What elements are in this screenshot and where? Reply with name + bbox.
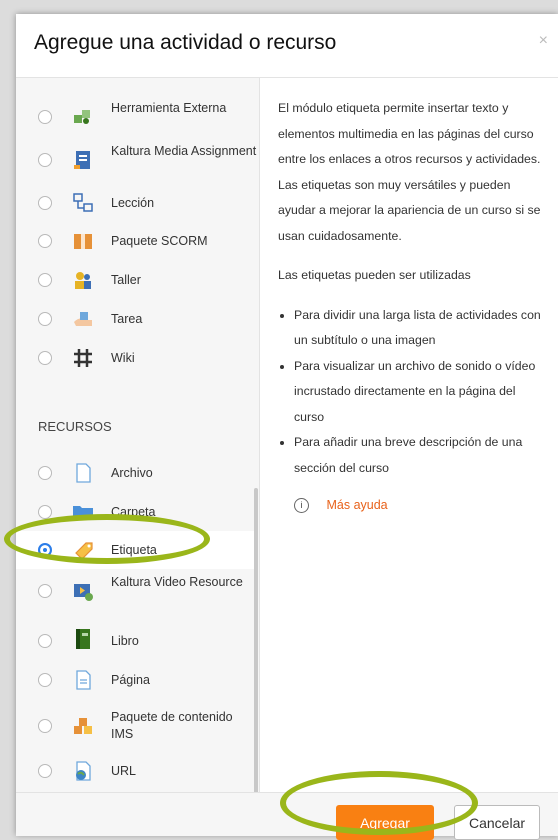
option-label: Paquete de contenido IMS	[111, 710, 233, 741]
assignment-icon	[74, 312, 92, 326]
radio[interactable]	[38, 584, 52, 598]
module-details: El módulo etiqueta permite insertar text…	[278, 78, 548, 481]
url-globe-icon	[76, 761, 91, 781]
option-label: Libro	[111, 634, 139, 648]
option-label: Kaltura Video Resource	[111, 575, 243, 589]
kaltura-video-icon	[74, 584, 93, 601]
radio[interactable]	[38, 312, 52, 326]
radio[interactable]	[38, 764, 52, 778]
kaltura-assignment-icon	[74, 151, 90, 169]
details-intro: El módulo etiqueta permite insertar text…	[278, 101, 541, 243]
radio[interactable]	[38, 505, 52, 519]
radio[interactable]	[38, 634, 52, 648]
radio[interactable]	[38, 466, 52, 480]
ims-package-icon	[74, 718, 92, 734]
details-uses-heading: Las etiquetas pueden ser utilizadas	[278, 268, 471, 282]
list-item: Para añadir una breve descripción de una…	[294, 430, 548, 481]
puzzle-icon	[74, 110, 90, 124]
list-item: Para dividir una larga lista de activida…	[294, 303, 548, 354]
radio[interactable]	[38, 153, 52, 167]
options-list: Herramienta Externa Kaltura Media Assign…	[16, 78, 260, 792]
option-leccion[interactable]: Lección	[16, 184, 258, 222]
book-icon	[76, 629, 90, 649]
option-label: URL	[111, 764, 137, 778]
option-archivo[interactable]: Archivo	[16, 454, 258, 492]
option-kaltura-media-assignment[interactable]: Kaltura Media Assignment	[16, 141, 258, 179]
radio[interactable]	[38, 351, 52, 365]
file-icon	[76, 463, 91, 483]
radio[interactable]	[38, 234, 52, 248]
radio[interactable]	[38, 273, 52, 287]
radio[interactable]	[38, 196, 52, 210]
modal-title: Agregue una actividad o recurso	[34, 31, 337, 54]
list-item: Para visualizar un archivo de sonido o v…	[294, 354, 548, 431]
option-label: Etiqueta	[111, 543, 157, 557]
workshop-icon	[75, 272, 91, 289]
radio-selected[interactable]	[38, 543, 52, 557]
folder-icon	[73, 506, 93, 520]
add-activity-modal: Agregue una actividad o recurso × Herram…	[16, 14, 558, 840]
wiki-icon	[74, 349, 92, 367]
page-icon	[76, 670, 91, 690]
option-libro[interactable]: Libro	[16, 622, 258, 660]
option-wiki[interactable]: Wiki	[16, 339, 258, 377]
option-tarea[interactable]: Tarea	[16, 300, 258, 338]
option-label: Taller	[111, 273, 141, 287]
option-label: Tarea	[111, 312, 143, 326]
option-etiqueta[interactable]: Etiqueta	[16, 531, 258, 569]
option-label: Kaltura Media Assignment	[111, 144, 257, 158]
details-uses-list: Para dividir una larga lista de activida…	[278, 303, 548, 482]
option-kaltura-video-resource[interactable]: Kaltura Video Resource	[16, 572, 258, 610]
option-carpeta[interactable]: Carpeta	[16, 493, 258, 531]
label-tag-icon	[75, 542, 93, 560]
lesson-icon	[73, 193, 93, 212]
modal-header: Agregue una actividad o recurso ×	[16, 14, 558, 78]
option-label: Lección	[111, 196, 155, 210]
scrollbar[interactable]	[254, 488, 258, 792]
radio[interactable]	[38, 673, 52, 687]
scorm-package-icon	[74, 234, 92, 249]
radio[interactable]	[38, 719, 52, 733]
more-help-link[interactable]: Más ayuda	[326, 498, 387, 512]
option-label: Wiki	[111, 351, 135, 365]
resources-heading: RECURSOS	[38, 419, 112, 434]
option-label: Paquete SCORM	[111, 234, 208, 248]
option-label: Herramienta Externa	[111, 101, 227, 115]
info-icon: i	[294, 498, 309, 514]
close-icon[interactable]: ×	[539, 32, 548, 50]
option-url[interactable]: URL	[16, 752, 258, 790]
help-row: i Más ayuda	[294, 498, 388, 514]
option-pagina[interactable]: Página	[16, 661, 258, 699]
option-paquete-scorm[interactable]: Paquete SCORM	[16, 222, 258, 260]
option-label: Carpeta	[111, 505, 156, 519]
option-taller[interactable]: Taller	[16, 261, 258, 299]
option-herramienta-externa[interactable]: Herramienta Externa	[16, 98, 258, 136]
option-label: Archivo	[111, 466, 153, 480]
modal-footer: Agregar Cancelar	[16, 792, 558, 840]
option-label: Página	[111, 673, 150, 687]
radio[interactable]	[38, 110, 52, 124]
option-paquete-ims[interactable]: Paquete de contenido IMS	[16, 707, 258, 745]
